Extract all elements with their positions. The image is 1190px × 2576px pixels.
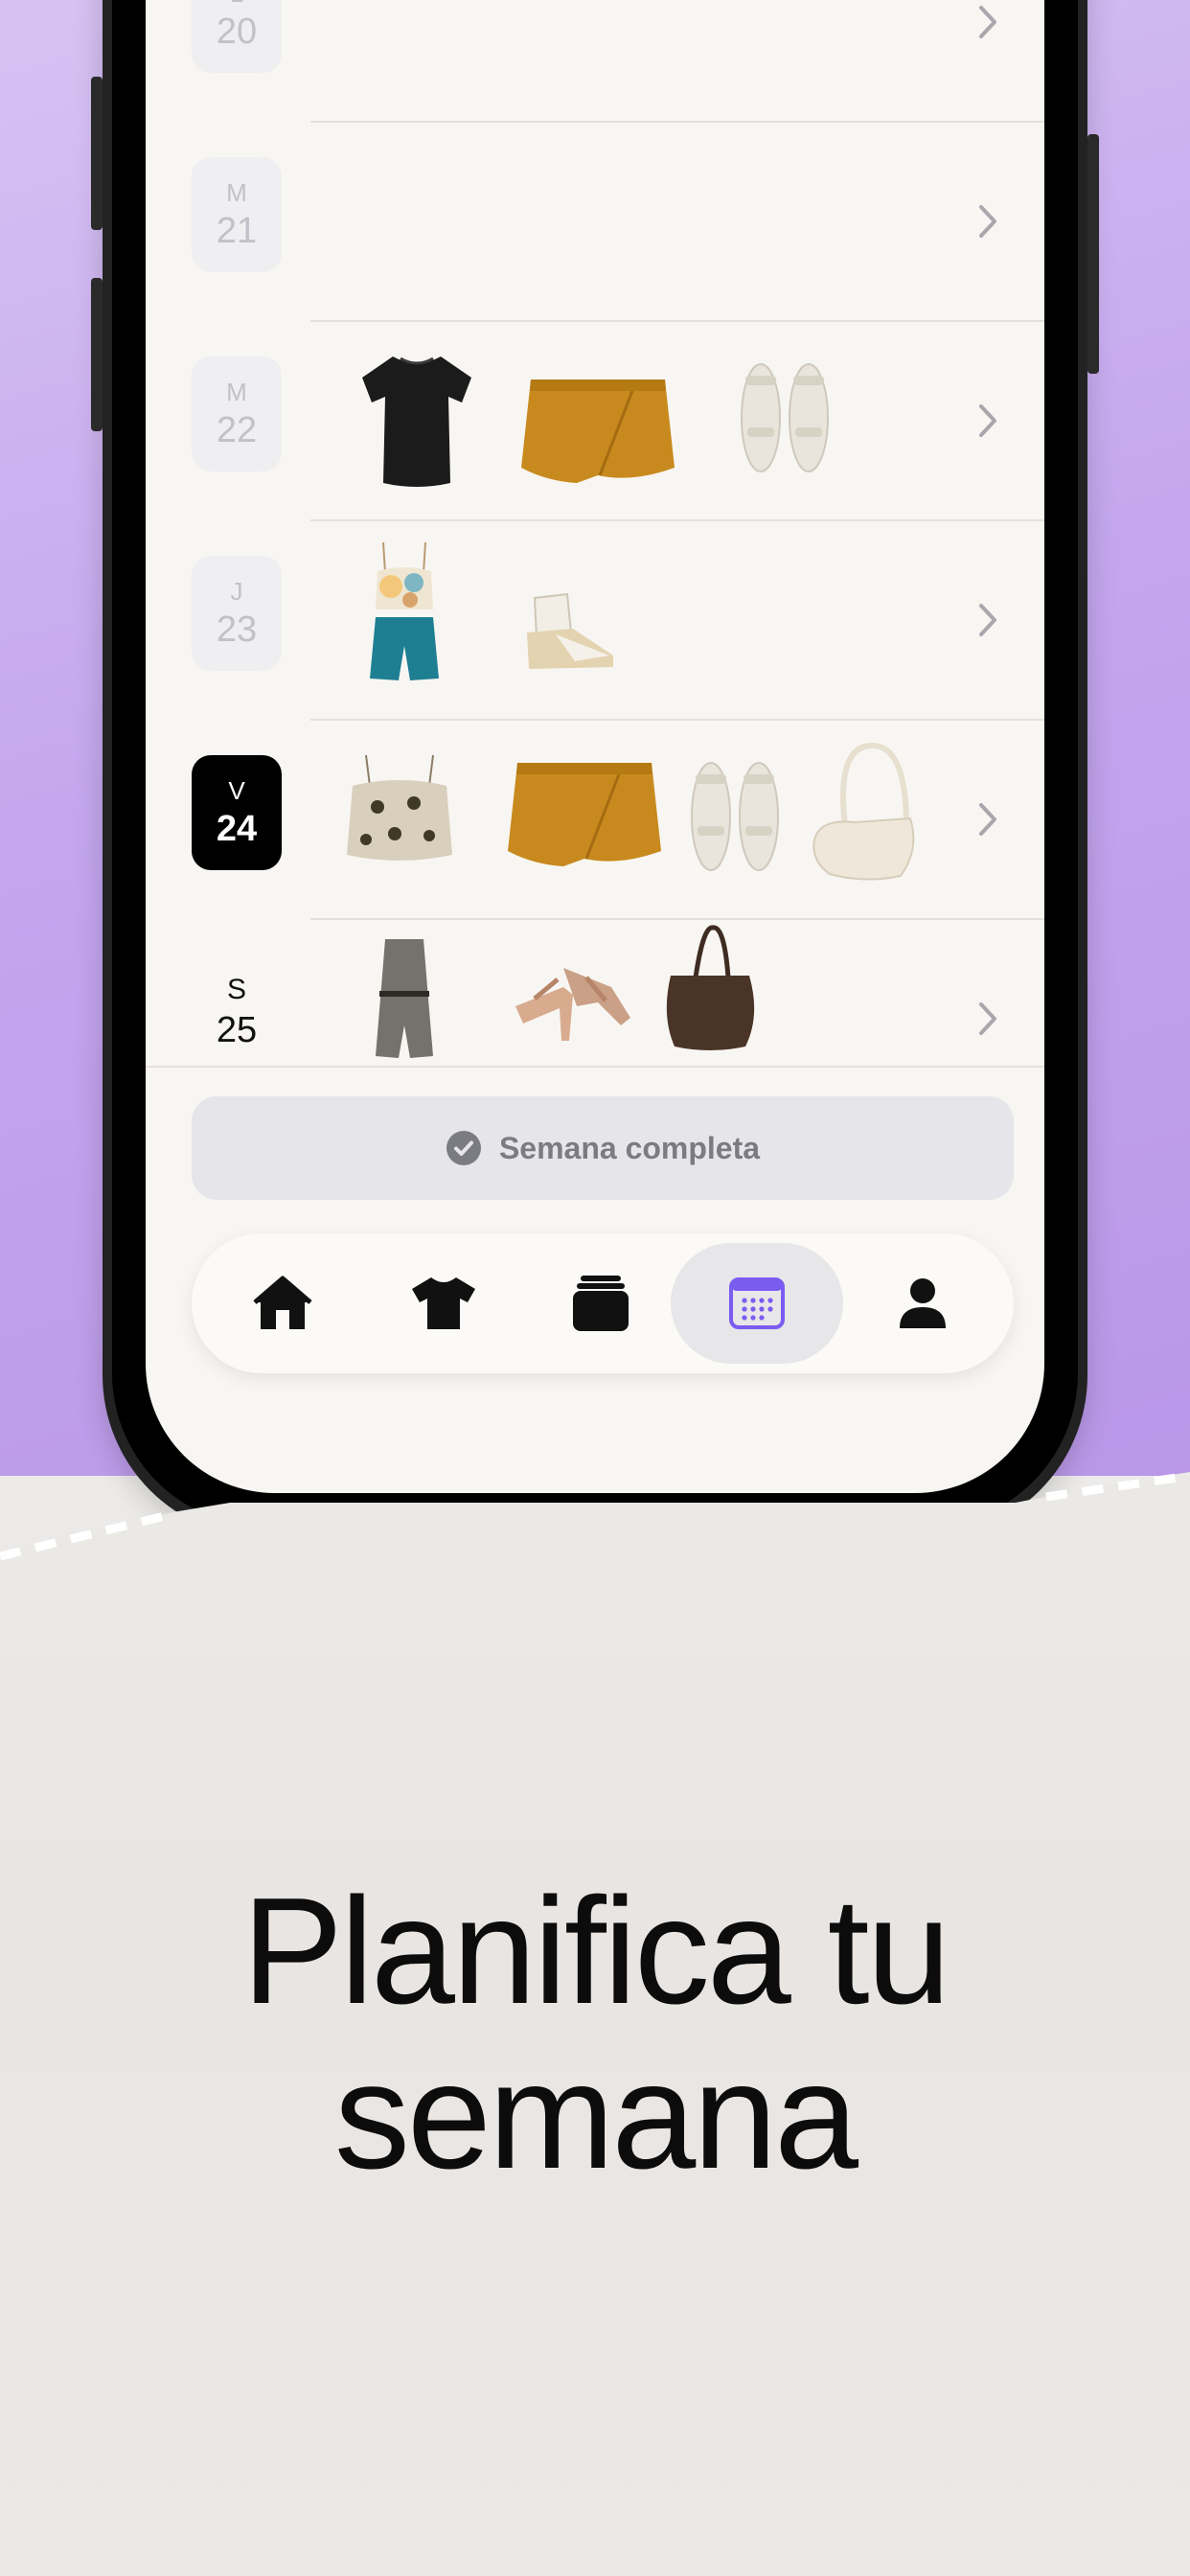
week-complete-label: Semana completa <box>498 1130 761 1165</box>
headline-line-1: Planifica tu <box>241 1867 951 2036</box>
check-circle-icon <box>446 1131 481 1165</box>
bottom-tab-bar <box>192 1233 1014 1373</box>
phone-bezel: L 20 M 21 <box>112 0 1078 1527</box>
day-letter: V <box>228 776 245 805</box>
power-button <box>1087 134 1099 374</box>
mustard-skort-image[interactable] <box>504 755 665 870</box>
promo-headline: Planifica tu semana <box>0 1869 1190 2198</box>
day-letter: M <box>226 178 247 207</box>
volume-button <box>91 278 103 431</box>
white-sandals-image[interactable] <box>732 351 837 475</box>
phone-mockup: L 20 M 21 <box>91 0 1099 1538</box>
day-row[interactable]: V 24 <box>146 721 1044 920</box>
beige-embroidered-top-image[interactable] <box>337 748 462 872</box>
black-tshirt-image[interactable] <box>355 349 479 493</box>
volume-button <box>91 77 103 230</box>
chevron-right-icon[interactable] <box>973 397 1004 445</box>
espadrille-wedges-image[interactable] <box>517 575 623 680</box>
day-letter: M <box>226 378 247 406</box>
tshirt-icon <box>412 1277 475 1329</box>
day-row[interactable]: S 25 <box>146 920 1044 1066</box>
brown-tote-bag-image[interactable] <box>657 920 763 1054</box>
day-number: 20 <box>216 12 258 52</box>
stack-icon <box>573 1276 629 1331</box>
day-number: 23 <box>216 610 258 650</box>
chevron-right-icon[interactable] <box>973 0 1004 46</box>
list-bottom-divider <box>146 1066 1044 1068</box>
chevron-right-icon[interactable] <box>973 995 1004 1043</box>
cream-shoulder-bag-image[interactable] <box>807 734 922 887</box>
tab-profile[interactable] <box>841 1243 1004 1364</box>
day-badge[interactable]: S 25 <box>192 954 282 1066</box>
day-row[interactable]: M 21 <box>146 123 1044 322</box>
floral-teal-set-image[interactable] <box>356 535 452 688</box>
tab-home[interactable] <box>201 1243 364 1364</box>
chevron-right-icon[interactable] <box>973 197 1004 245</box>
chevron-right-icon[interactable] <box>973 596 1004 644</box>
day-number: 21 <box>216 211 258 251</box>
day-badge-today[interactable]: V 24 <box>192 755 282 870</box>
grey-romper-image[interactable] <box>356 933 452 1066</box>
strappy-heels-image[interactable] <box>506 949 640 1054</box>
day-badge[interactable]: J 23 <box>192 556 282 671</box>
app-screen: L 20 M 21 <box>146 0 1044 1493</box>
chevron-right-icon[interactable] <box>973 795 1004 843</box>
week-complete-button[interactable]: Semana completa <box>192 1096 1014 1200</box>
person-icon <box>900 1278 946 1328</box>
mustard-skort-image[interactable] <box>517 372 678 487</box>
tab-calendar[interactable] <box>671 1243 843 1364</box>
headline-line-2: semana <box>333 2032 858 2200</box>
day-badge[interactable]: M 22 <box>192 356 282 472</box>
day-letter: J <box>230 577 243 606</box>
calendar-icon <box>729 1277 785 1329</box>
day-row[interactable]: L 20 <box>146 0 1044 123</box>
day-number: 22 <box>216 410 258 450</box>
day-letter: S <box>226 974 246 1005</box>
day-badge[interactable]: M 21 <box>192 157 282 272</box>
day-number: 24 <box>216 809 258 849</box>
day-number: 25 <box>216 1010 258 1050</box>
day-row[interactable]: M 22 <box>146 322 1044 521</box>
week-day-list: L 20 M 21 <box>146 0 1044 1066</box>
white-sandals-image[interactable] <box>682 749 788 874</box>
tab-outfits[interactable] <box>519 1243 682 1364</box>
day-row[interactable]: J 23 <box>146 521 1044 721</box>
home-icon <box>253 1276 312 1329</box>
day-letter: L <box>230 0 243 6</box>
tab-wardrobe[interactable] <box>362 1243 525 1364</box>
day-badge[interactable]: L 20 <box>192 0 282 73</box>
